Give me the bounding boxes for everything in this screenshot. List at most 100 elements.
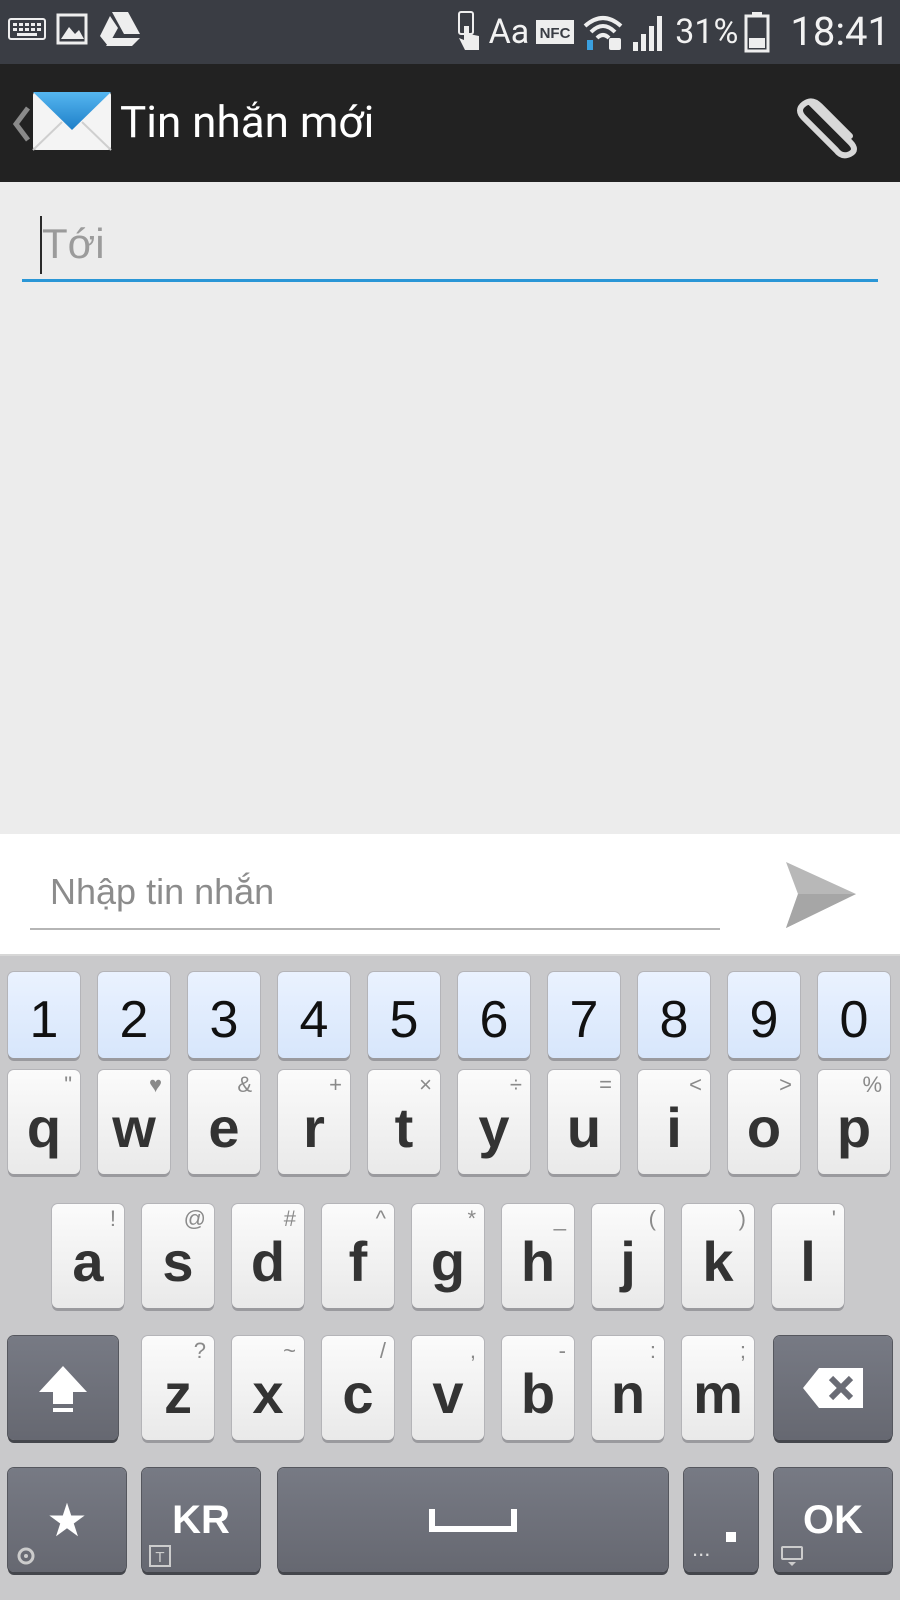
key-label: 6: [479, 991, 509, 1049]
keyboard-icon: [8, 18, 46, 40]
key-label: 0: [839, 991, 869, 1049]
key-label: f: [348, 1229, 368, 1293]
key-6[interactable]: 6: [458, 972, 530, 1058]
key-label: 3: [209, 991, 239, 1049]
key-label: l: [800, 1229, 816, 1293]
space-key[interactable]: [278, 1468, 668, 1572]
key-label: u: [566, 1095, 602, 1159]
key-label: e: [208, 1095, 240, 1159]
recipient-field[interactable]: [22, 210, 878, 282]
key-5[interactable]: 5: [368, 972, 440, 1058]
key-label: z: [164, 1361, 192, 1425]
key-secondary-label: ♥: [148, 1072, 162, 1097]
settings-icon: [17, 1547, 35, 1565]
message-input[interactable]: [30, 856, 720, 930]
period-key[interactable]: ...: [684, 1468, 758, 1572]
mail-icon[interactable]: [32, 90, 112, 152]
key-label: y: [478, 1095, 510, 1159]
key-i[interactable]: < i: [638, 1070, 710, 1174]
key-label: s: [162, 1229, 194, 1293]
space-icon: [429, 1509, 517, 1532]
status-right: Aa NFC 31% 18:41: [453, 6, 890, 58]
key-d[interactable]: # d: [232, 1204, 304, 1308]
status-bar: Aa NFC 31% 18:41: [0, 0, 900, 64]
key-label: t: [394, 1095, 414, 1159]
shift-icon: [39, 1366, 87, 1412]
key-l[interactable]: ' l: [772, 1204, 844, 1308]
key-secondary-label: ;: [739, 1338, 746, 1363]
key-y[interactable]: ÷ y: [458, 1070, 530, 1174]
key-label: 8: [659, 991, 689, 1049]
key-label: o: [746, 1095, 782, 1159]
font-size-indicator: Aa: [488, 12, 530, 52]
language-label: KR: [172, 1497, 230, 1542]
touch-icon: [457, 11, 479, 50]
key-o[interactable]: > o: [728, 1070, 800, 1174]
key-label: c: [342, 1361, 374, 1425]
key-c[interactable]: / c: [322, 1336, 394, 1440]
key-1[interactable]: 1: [8, 972, 80, 1058]
key-label: 2: [119, 991, 149, 1049]
key-7[interactable]: 7: [548, 972, 620, 1058]
key-h[interactable]: _ h: [502, 1204, 574, 1308]
ok-label: OK: [803, 1497, 863, 1542]
key-label: k: [702, 1229, 734, 1293]
key-secondary-label: #: [283, 1206, 296, 1231]
backspace-key[interactable]: [774, 1336, 892, 1440]
key-secondary-label: _: [553, 1206, 566, 1231]
key-secondary-label: !: [109, 1206, 116, 1231]
key-label: v: [432, 1361, 464, 1425]
key-b[interactable]: -b: [502, 1336, 574, 1440]
key-label: g: [430, 1229, 466, 1293]
svg-text:NFC: NFC: [540, 25, 571, 42]
key-p[interactable]: % p: [818, 1070, 890, 1174]
key-m[interactable]: ; m: [682, 1336, 754, 1440]
period-label: ...: [692, 1536, 711, 1561]
key-secondary-label: =: [599, 1072, 612, 1097]
recipient-input[interactable]: [42, 214, 862, 274]
key-z[interactable]: ? z: [142, 1336, 214, 1440]
key-4[interactable]: 4: [278, 972, 350, 1058]
key-secondary-label: ÷: [509, 1072, 522, 1097]
key-j[interactable]: (j: [592, 1204, 664, 1308]
key-secondary-label: ": [64, 1072, 72, 1097]
key-n[interactable]: :n: [592, 1336, 664, 1440]
key-label: 4: [299, 991, 329, 1049]
key-r[interactable]: + r: [278, 1070, 350, 1174]
drive-icon: [100, 12, 140, 46]
message-row: [0, 834, 900, 954]
key-0[interactable]: 0: [818, 972, 890, 1058]
shift-key[interactable]: [8, 1336, 118, 1440]
battery-percent: 31%: [675, 12, 739, 52]
send-icon[interactable]: [780, 858, 860, 932]
key-label: b: [520, 1361, 556, 1425]
key-q[interactable]: " q: [8, 1070, 80, 1174]
key-secondary-label: ,: [469, 1338, 476, 1363]
key-secondary-label: ~: [283, 1338, 296, 1363]
wifi-icon: [583, 16, 623, 50]
key-w[interactable]: ♥ w: [98, 1070, 170, 1174]
key-a[interactable]: ! a: [52, 1204, 124, 1308]
key-f[interactable]: ^ f: [322, 1204, 394, 1308]
language-key[interactable]: KR T: [142, 1468, 260, 1572]
key-2[interactable]: 2: [98, 972, 170, 1058]
key-u[interactable]: = u: [548, 1070, 620, 1174]
paperclip-icon[interactable]: [790, 88, 870, 160]
key-label: p: [836, 1095, 872, 1159]
key-label: 5: [389, 991, 419, 1049]
key-v[interactable]: ,v: [412, 1336, 484, 1440]
key-k[interactable]: ) k: [682, 1204, 754, 1308]
key-8[interactable]: 8: [638, 972, 710, 1058]
key-s[interactable]: @ s: [142, 1204, 214, 1308]
symbols-key[interactable]: ★: [8, 1468, 126, 1572]
key-3[interactable]: 3: [188, 972, 260, 1058]
ok-key[interactable]: OK: [774, 1468, 892, 1572]
key-e[interactable]: & e: [188, 1070, 260, 1174]
back-chevron-icon[interactable]: [10, 94, 32, 154]
key-9[interactable]: 9: [728, 972, 800, 1058]
key-g[interactable]: * g: [412, 1204, 484, 1308]
key-label: 9: [749, 991, 779, 1049]
key-x[interactable]: ~ x: [232, 1336, 304, 1440]
key-secondary-label: +: [329, 1072, 342, 1097]
key-t[interactable]: × t: [368, 1070, 440, 1174]
